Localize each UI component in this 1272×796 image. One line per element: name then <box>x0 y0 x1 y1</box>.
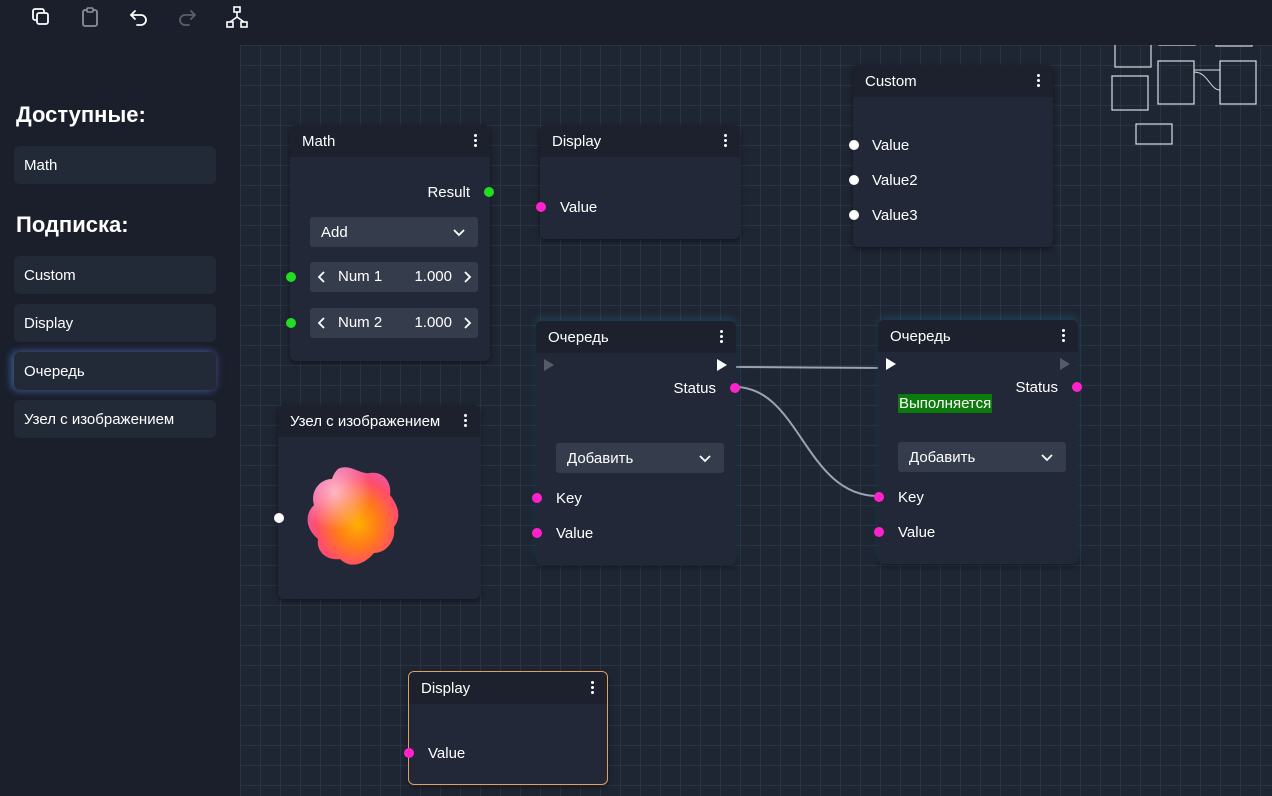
operation-value: Add <box>321 223 348 241</box>
node-title: Math <box>302 132 336 150</box>
value-port[interactable] <box>536 202 546 212</box>
num1-stepper[interactable]: Num 1 1.000 <box>310 262 478 292</box>
redo-icon[interactable] <box>174 4 200 30</box>
sidebar-item-math[interactable]: Math <box>14 146 216 184</box>
action-select[interactable]: Добавить <box>556 443 724 473</box>
num2-port[interactable] <box>286 318 296 328</box>
num2-label: Num 2 <box>338 314 383 331</box>
more-icon[interactable] <box>720 330 724 344</box>
key-label: Key <box>898 489 924 506</box>
display-node-header[interactable]: Display <box>409 672 607 704</box>
math-node[interactable]: Math Result Add Num 1 1.000 Num 2 1.000 <box>286 125 494 361</box>
image-input-port[interactable] <box>274 513 284 523</box>
more-icon[interactable] <box>1037 74 1041 88</box>
action-value: Добавить <box>567 449 634 467</box>
subscription-heading: Подписка: <box>16 212 129 237</box>
clipboard-icon[interactable] <box>77 4 103 30</box>
undo-icon[interactable] <box>126 4 152 30</box>
copy-icon[interactable] <box>28 4 54 30</box>
value-port[interactable] <box>849 140 859 150</box>
value-label: Value <box>898 524 936 541</box>
toolbar <box>0 0 1272 40</box>
node-title: Узел с изображением <box>290 412 441 430</box>
sidebar-item-custom[interactable]: Custom <box>14 256 216 294</box>
custom-node-header[interactable]: Custom <box>853 65 1053 97</box>
num1-port[interactable] <box>286 272 296 282</box>
value2-port[interactable] <box>849 175 859 185</box>
value-label: Value <box>428 745 466 762</box>
status-port[interactable] <box>730 383 740 393</box>
chevron-right-icon[interactable] <box>462 316 472 330</box>
chevron-down-icon <box>1041 454 1053 462</box>
status-label: Status <box>673 380 716 397</box>
action-value: Добавить <box>909 448 976 466</box>
image-node-header[interactable]: Узел с изображением <box>278 405 480 437</box>
num1-label: Num 1 <box>338 268 383 285</box>
value-label: Value <box>872 137 910 154</box>
chevron-down-icon <box>453 229 465 237</box>
value3-port[interactable] <box>849 210 859 220</box>
node-title: Custom <box>865 72 917 90</box>
minimap[interactable] <box>1110 45 1272 150</box>
more-icon[interactable] <box>474 134 478 148</box>
num2-value: 1.000 <box>414 314 452 331</box>
value2-label: Value2 <box>872 172 918 189</box>
queue-node-running[interactable]: Очередь Status Выполняется Добавить Key … <box>874 320 1082 564</box>
queue-node[interactable]: Очередь Status Добавить Key Value <box>532 321 740 565</box>
image-node[interactable]: Узел с изображением <box>274 405 480 599</box>
chevron-left-icon[interactable] <box>317 270 327 284</box>
math-node-header[interactable]: Math <box>290 125 490 157</box>
queue-node-header[interactable]: Очередь <box>536 321 736 353</box>
more-icon[interactable] <box>464 414 468 428</box>
value3-label: Value3 <box>872 207 918 224</box>
sidebar-item-queue[interactable]: Очередь <box>14 352 216 390</box>
operation-select[interactable]: Add <box>310 217 478 247</box>
queue-node-header[interactable]: Очередь <box>878 320 1078 352</box>
display-node-selected[interactable]: Display Value <box>404 671 608 785</box>
node-title: Очередь <box>890 327 951 345</box>
result-port[interactable] <box>484 187 494 197</box>
key-label: Key <box>556 490 582 507</box>
key-port[interactable] <box>532 493 542 503</box>
sidebar-item-image-node[interactable]: Узел с изображением <box>14 400 216 438</box>
status-badge: Выполняется <box>898 394 993 413</box>
value-port[interactable] <box>532 528 542 538</box>
status-key-connection <box>734 386 879 497</box>
sidebar-item-display[interactable]: Display <box>14 304 216 342</box>
value-label: Value <box>560 199 598 216</box>
status-label: Status <box>1015 379 1058 396</box>
exec-in-icon[interactable] <box>544 359 554 371</box>
value-port[interactable] <box>874 527 884 537</box>
num1-value: 1.000 <box>414 268 452 285</box>
action-select[interactable]: Добавить <box>898 442 1066 472</box>
chevron-left-icon[interactable] <box>317 316 327 330</box>
exec-in-icon[interactable] <box>886 358 896 370</box>
available-heading: Доступные: <box>16 102 146 127</box>
layout-icon[interactable] <box>224 4 250 30</box>
display-node-header[interactable]: Display <box>540 125 740 157</box>
exec-out-icon[interactable] <box>717 359 727 371</box>
sidebar: Доступные: Math Подписка: Custom Display… <box>0 40 240 796</box>
node-title: Очередь <box>548 328 609 346</box>
more-icon[interactable] <box>1062 329 1066 343</box>
node-title: Display <box>421 679 471 697</box>
chevron-right-icon[interactable] <box>462 270 472 284</box>
exec-out-icon[interactable] <box>1060 358 1070 370</box>
key-port[interactable] <box>874 492 884 502</box>
exec-connection <box>734 366 886 369</box>
result-label: Result <box>427 184 470 201</box>
custom-node[interactable]: Custom Value Value2 Value3 <box>849 65 1053 247</box>
chevron-down-icon <box>699 455 711 463</box>
blob-image <box>307 467 399 565</box>
num2-stepper[interactable]: Num 2 1.000 <box>310 308 478 338</box>
value-port[interactable] <box>404 748 414 758</box>
status-port[interactable] <box>1072 382 1082 392</box>
node-title: Display <box>552 132 602 150</box>
more-icon[interactable] <box>724 134 728 148</box>
value-label: Value <box>556 525 594 542</box>
node-canvas[interactable]: Math Result Add Num 1 1.000 Num 2 1.000 … <box>240 45 1272 796</box>
display-node[interactable]: Display Value <box>536 125 740 239</box>
more-icon[interactable] <box>591 681 595 695</box>
